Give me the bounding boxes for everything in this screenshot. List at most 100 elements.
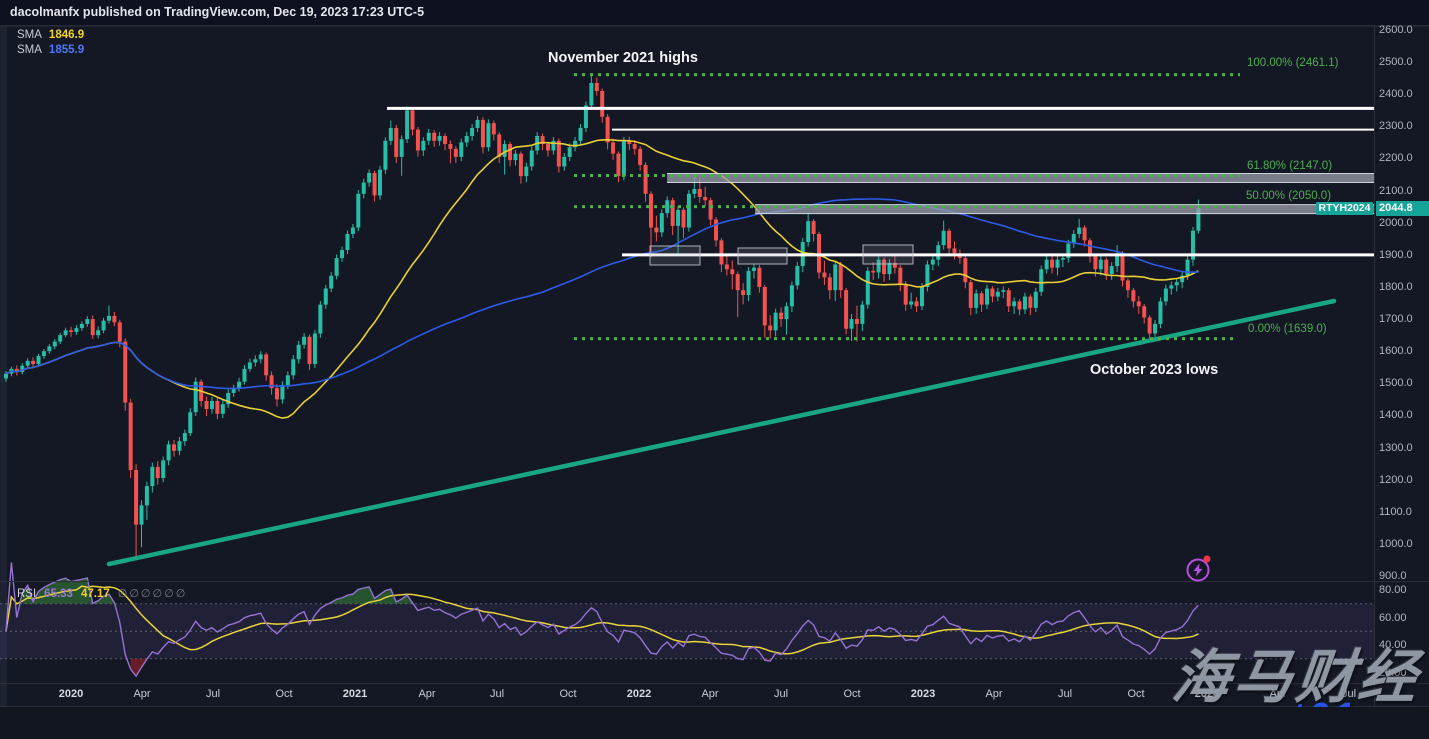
candle-body <box>665 200 669 213</box>
time-axis-label: Apr <box>985 688 1002 700</box>
price-axis-label: 1300.0 <box>1379 442 1413 454</box>
candle-body <box>844 290 848 329</box>
candle-body <box>915 301 919 306</box>
candle-body <box>747 271 751 295</box>
candle-body <box>898 268 902 284</box>
candle-body <box>741 290 745 295</box>
candle-body <box>1061 258 1065 260</box>
candle-body <box>1083 228 1087 241</box>
rsi-oversold-fill <box>131 659 147 676</box>
header-bar: dacolmanfx published on TradingView.com,… <box>0 0 1429 26</box>
price-axis-label: 1900.0 <box>1379 249 1413 261</box>
price-axis-label: 900.0 <box>1379 570 1407 582</box>
candle-body <box>909 301 913 304</box>
candle-body <box>335 258 339 276</box>
candle-body <box>405 110 409 139</box>
time-axis-label: Jul <box>1058 688 1072 700</box>
fib-level-label: 0.00% (1639.0) <box>1248 323 1327 335</box>
candle-body <box>411 110 415 129</box>
notification-dot <box>1204 556 1211 563</box>
candle-body <box>784 306 788 319</box>
annotation-november-2021-highs: November 2021 highs <box>548 50 698 66</box>
candle-body <box>123 342 127 403</box>
price-axis-label: 2600.0 <box>1379 24 1413 36</box>
candle-body <box>519 154 523 176</box>
candle-body <box>1158 301 1162 323</box>
candle-body <box>237 382 241 388</box>
candle-body <box>172 444 176 450</box>
candle-body <box>242 369 246 382</box>
price-axis-label: 2300.0 <box>1379 120 1413 132</box>
candle-body <box>1169 285 1173 288</box>
candle-body <box>660 213 664 232</box>
time-axis-label: 2021 <box>343 688 367 700</box>
candle-body <box>953 248 957 253</box>
candle-body <box>980 293 984 304</box>
sma1-label: SMA <box>17 29 42 41</box>
candle-body <box>839 264 843 290</box>
candle-body <box>140 505 144 524</box>
candle-body <box>1104 260 1108 274</box>
candle-body <box>817 234 821 273</box>
candle-body <box>42 351 46 356</box>
candle-body <box>579 128 583 141</box>
rsi-axis-label: 80.00 <box>1379 584 1407 596</box>
candle-body <box>80 324 84 328</box>
candle-body <box>649 194 653 228</box>
rsi-empty-params: ∅∅∅∅∅∅ <box>118 587 188 600</box>
price-axis-label: 2100.0 <box>1379 185 1413 197</box>
candle-body <box>1039 269 1043 291</box>
candle-body <box>595 83 599 91</box>
candle-body <box>248 362 252 368</box>
candle-body <box>963 258 967 282</box>
candle-body <box>795 266 799 285</box>
sma-legend-row-1[interactable]: SMA1846.9 <box>17 29 84 41</box>
candle-body <box>828 277 832 290</box>
candle-body <box>210 401 214 409</box>
candle-body <box>183 433 187 441</box>
candle-body <box>188 412 192 433</box>
candle-body <box>557 141 561 167</box>
rsi-axis-label: 60.00 <box>1379 612 1407 624</box>
candle-body <box>920 287 924 306</box>
candle-body <box>492 123 496 134</box>
highlight-box <box>738 248 787 264</box>
price-axis-label: 2400.0 <box>1379 88 1413 100</box>
candle-body <box>37 356 41 364</box>
candle-body <box>161 460 165 478</box>
tradingview-chart-page: dacolmanfx published on TradingView.com,… <box>0 0 1429 739</box>
candle-body <box>302 337 306 345</box>
sma-legend-row-2[interactable]: SMA1855.9 <box>17 44 84 56</box>
candle-body <box>790 285 794 306</box>
time-axis-label: Apr <box>133 688 150 700</box>
last-price-tag: 2044.8 <box>1376 201 1429 216</box>
candle-body <box>1142 306 1146 317</box>
candle-body <box>356 194 360 228</box>
candle-body <box>53 342 57 347</box>
candle-body <box>850 319 854 329</box>
candle-body <box>118 322 122 341</box>
candle-body <box>974 293 978 307</box>
candle-body <box>351 228 355 234</box>
candle-body <box>719 240 723 264</box>
time-axis-label: Oct <box>843 688 860 700</box>
candle-body <box>145 486 149 505</box>
rsi-empty-glyph: ∅ <box>164 588 174 600</box>
price-axis-label: 1700.0 <box>1379 313 1413 325</box>
highlight-box <box>863 245 913 264</box>
candle-body <box>1028 297 1032 308</box>
time-axis-label: Apr <box>701 688 718 700</box>
candle-body <box>774 313 778 331</box>
candle-body <box>313 334 317 365</box>
rsi-empty-glyph: ∅ <box>153 588 163 600</box>
price-axis-label: 1600.0 <box>1379 345 1413 357</box>
candle-body <box>329 276 333 289</box>
fib-level-label: 100.00% (2461.1) <box>1247 57 1338 69</box>
rsi-legend-row[interactable]: RSI 65.33 47.17 ∅∅∅∅∅∅ <box>17 587 187 600</box>
candle-body <box>1001 290 1005 292</box>
candle-body <box>736 274 740 290</box>
candle-body <box>454 149 458 157</box>
candle-body <box>725 264 729 269</box>
candle-body <box>264 354 268 375</box>
candle-body <box>508 144 512 160</box>
